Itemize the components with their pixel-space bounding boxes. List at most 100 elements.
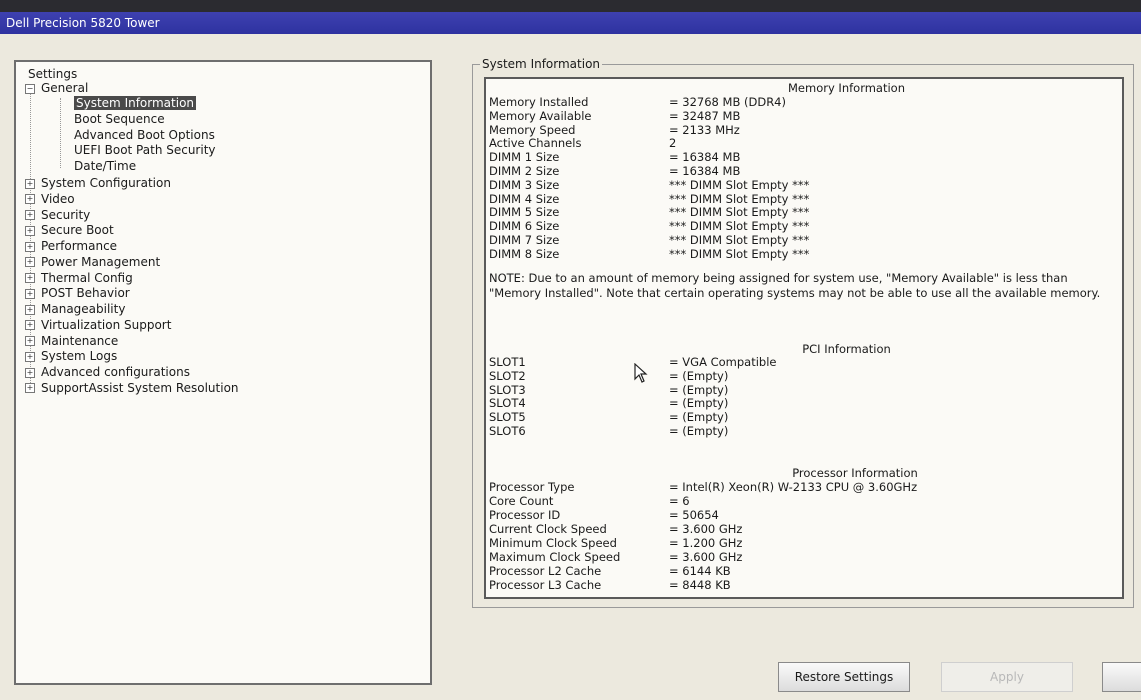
processor-row-processor-l2-cache: Processor L2 Cache = 6144 KB (489, 564, 731, 578)
processor-key: Processor L2 Cache (489, 564, 602, 578)
pci-key: SLOT3 (489, 382, 526, 397)
tree-subitem-label: Boot Sequence (74, 111, 165, 126)
tree-node-label: Video (41, 191, 75, 206)
processor-row-processor-l3-cache: Processor L3 Cache = 8448 KB (489, 578, 731, 592)
tree-subitem-date-time[interactable]: Date/Time (74, 159, 136, 174)
expand-icon[interactable]: + (25, 288, 35, 299)
processor-row-minimum-clock-speed: Minimum Clock Speed = 1.200 GHz (489, 536, 742, 550)
tree-node-label: Performance (41, 239, 118, 253)
tree-node-supportassist-system-resolution[interactable]: + SupportAssist System Resolution (25, 381, 239, 396)
processor-row-maximum-clock-speed: Maximum Clock Speed = 3.600 GHz (489, 550, 742, 564)
tree-node-label: System Logs (41, 349, 118, 364)
pci-row-slot4: SLOT4 = (Empty) (489, 396, 728, 410)
memory-row-memory-available: Memory Available = 32487 MB (489, 109, 740, 123)
memory-key: Memory Speed (489, 122, 576, 137)
expand-icon[interactable]: + (25, 225, 35, 236)
expand-icon[interactable]: + (25, 367, 35, 378)
expand-icon[interactable]: + (25, 178, 35, 189)
processor-value: = Intel(R) Xeon(R) W-2133 CPU @ 3.60GHz (669, 480, 918, 494)
tree-subitem-uefi-boot-path-security[interactable]: UEFI Boot Path Security (74, 143, 216, 158)
memory-value: *** DIMM Slot Empty *** (669, 233, 810, 247)
exit-button[interactable] (1102, 662, 1141, 692)
expand-icon[interactable]: + (25, 257, 35, 268)
expand-icon[interactable]: + (25, 383, 35, 394)
memory-row-dimm-5-size: DIMM 5 Size *** DIMM Slot Empty *** (489, 205, 809, 219)
tree-node-video[interactable]: + Video (25, 192, 75, 207)
restore-settings-button[interactable]: Restore Settings (778, 662, 910, 692)
pci-key: SLOT5 (489, 410, 526, 425)
pci-value: = (Empty) (669, 382, 729, 397)
expand-icon[interactable]: + (25, 273, 35, 283)
tree-subitem-label: Date/Time (74, 159, 137, 174)
memory-value: *** DIMM Slot Empty *** (669, 219, 810, 234)
collapse-icon[interactable]: − (25, 83, 35, 94)
tree-node-maintenance[interactable]: + Maintenance (25, 334, 118, 349)
window-title: Dell Precision 5820 Tower (6, 16, 160, 30)
tree-node-thermal-config[interactable]: + Thermal Config (25, 271, 133, 286)
memory-row-dimm-8-size: DIMM 8 Size *** DIMM Slot Empty *** (489, 247, 809, 261)
processor-key: Processor Type (489, 480, 575, 494)
tree-node-label: Thermal Config (41, 270, 133, 285)
tree-node-label: System Configuration (41, 176, 171, 190)
memory-value: = 32768 MB (DDR4) (669, 95, 786, 109)
memory-key: DIMM 4 Size (489, 191, 560, 206)
expand-icon[interactable]: + (25, 210, 35, 220)
memory-value: *** DIMM Slot Empty *** (669, 191, 810, 206)
tree-node-label: General (41, 81, 89, 95)
screen-top-strip (0, 0, 1141, 12)
tree-node-virtualization-support[interactable]: + Virtualization Support (25, 318, 171, 333)
system-information-content[interactable]: Memory Information Memory Installed = 327… (484, 77, 1124, 599)
memory-row-memory-speed: Memory Speed = 2133 MHz (489, 123, 740, 137)
tree-node-performance[interactable]: + Performance (25, 239, 117, 254)
pci-value: = (Empty) (669, 396, 729, 411)
pci-row-slot3: SLOT3 = (Empty) (489, 383, 728, 397)
processor-key: Current Clock Speed (489, 522, 607, 536)
pci-key: SLOT6 (489, 424, 526, 438)
memory-key: Memory Available (489, 108, 592, 123)
memory-value: *** DIMM Slot Empty *** (669, 246, 810, 261)
pci-row-slot5: SLOT5 = (Empty) (489, 410, 728, 424)
tree-node-manageability[interactable]: + Manageability (25, 302, 125, 317)
tree-node-system-logs[interactable]: + System Logs (25, 349, 117, 364)
memory-value: *** DIMM Slot Empty *** (669, 205, 810, 220)
expand-icon[interactable]: + (25, 336, 35, 346)
expand-icon[interactable]: + (25, 351, 35, 362)
memory-key: DIMM 8 Size (489, 246, 560, 261)
memory-key: DIMM 1 Size (489, 150, 560, 165)
memory-key: DIMM 2 Size (489, 164, 560, 178)
processor-value: = 6 (669, 494, 690, 508)
processor-key: Processor ID (489, 508, 561, 522)
tree-node-post-behavior[interactable]: + POST Behavior (25, 286, 130, 301)
processor-value: = 6144 KB (669, 564, 731, 578)
tree-node-general[interactable]: − General (25, 81, 88, 96)
tree-node-system-configuration[interactable]: + System Configuration (25, 176, 171, 191)
processor-row-current-clock-speed: Current Clock Speed = 3.600 GHz (489, 522, 742, 536)
apply-button[interactable]: Apply (941, 662, 1073, 692)
tree-node-label: Maintenance (41, 333, 119, 348)
tree-node-secure-boot[interactable]: + Secure Boot (25, 223, 114, 238)
expand-icon[interactable]: + (25, 241, 35, 252)
tree-node-power-management[interactable]: + Power Management (25, 255, 160, 270)
memory-row-dimm-2-size: DIMM 2 Size = 16384 MB (489, 164, 740, 178)
memory-value: = 32487 MB (669, 108, 741, 123)
tree-node-security[interactable]: + Security (25, 208, 90, 223)
memory-note: NOTE: Due to an amount of memory being a… (489, 271, 1101, 300)
memory-value: = 16384 MB (669, 150, 741, 165)
processor-row-processor-id: Processor ID = 50654 (489, 508, 719, 522)
memory-row-dimm-4-size: DIMM 4 Size *** DIMM Slot Empty *** (489, 192, 809, 206)
tree-subitem-system-information[interactable]: System Information (74, 96, 197, 111)
memory-key: Active Channels (489, 136, 582, 151)
memory-value: 2 (669, 136, 677, 151)
processor-key: Minimum Clock Speed (489, 536, 617, 550)
tree-subitem-advanced-boot-options[interactable]: Advanced Boot Options (74, 128, 215, 143)
expand-icon[interactable]: + (25, 320, 35, 331)
expand-icon[interactable]: + (25, 304, 35, 315)
memory-value: = 2133 MHz (669, 122, 740, 137)
tree-node-advanced-configurations[interactable]: + Advanced configurations (25, 365, 190, 380)
memory-row-active-channels: Active Channels 2 (489, 136, 676, 150)
pci-value: = VGA Compatible (669, 355, 777, 369)
tree-subitem-boot-sequence[interactable]: Boot Sequence (74, 112, 165, 127)
expand-icon[interactable]: + (25, 194, 35, 205)
pci-value: = (Empty) (669, 424, 729, 438)
tree-node-label: Virtualization Support (41, 317, 172, 332)
